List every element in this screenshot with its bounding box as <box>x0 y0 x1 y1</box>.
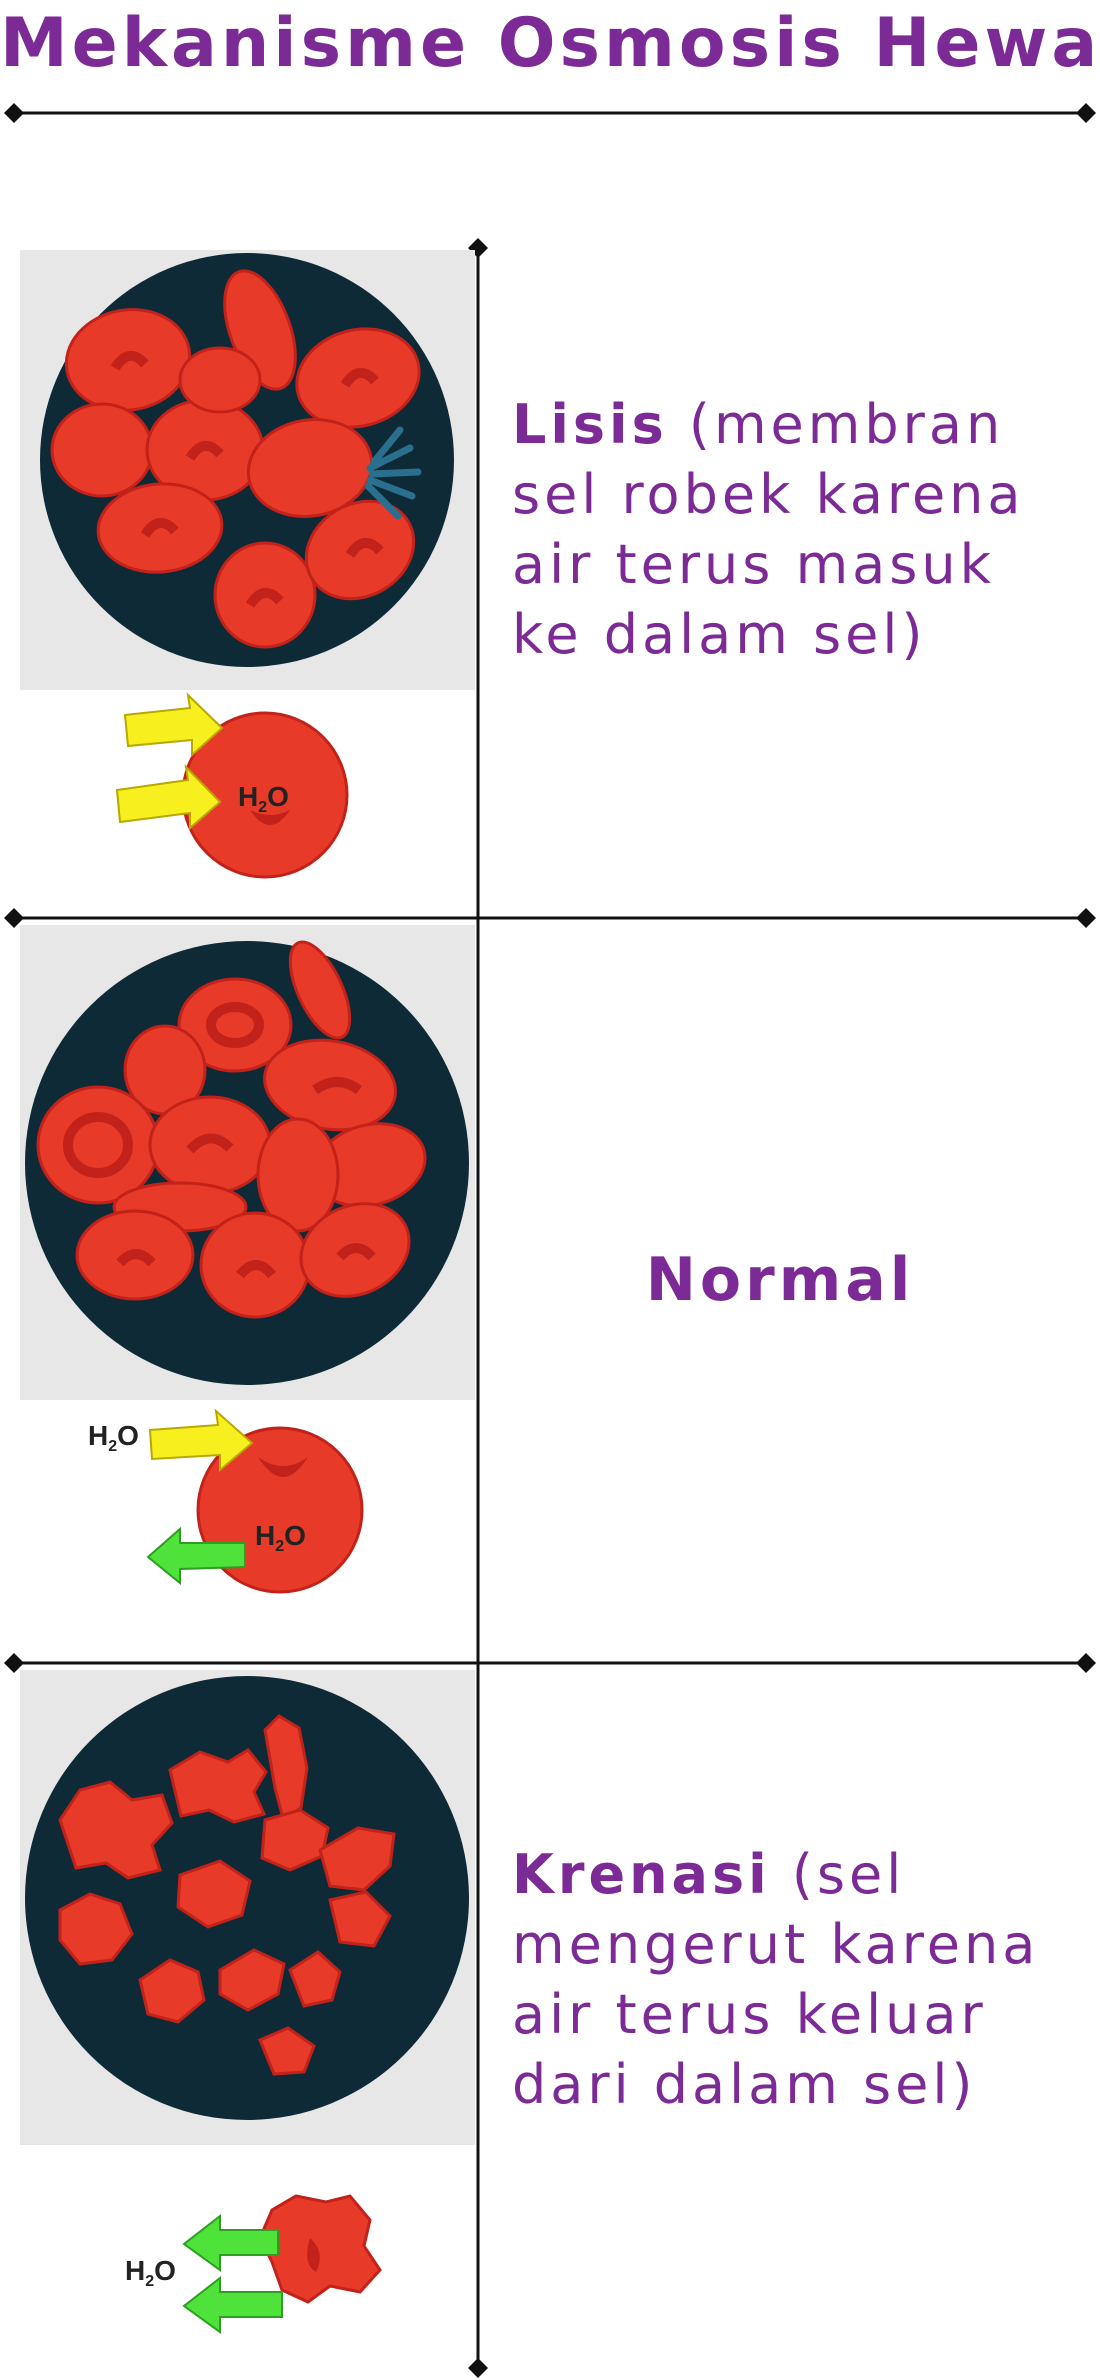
shrunken-blood-cells-icon <box>25 1676 469 2120</box>
svg-text:H2O: H2O <box>88 1420 139 1455</box>
h2o-outside-label: H <box>125 2255 145 2286</box>
cell-with-water-in-and-out: H2O H2O <box>88 1408 364 1594</box>
normal-label: Normal <box>645 1245 915 1315</box>
lysis-description: Lisis (membran sel robek karena air teru… <box>512 390 1072 670</box>
h2o-label: H <box>255 1520 275 1551</box>
shrunken-cell: H2O <box>125 2194 382 2334</box>
crenation-illustration: H2O <box>20 1670 475 2334</box>
diamond-marker <box>1076 908 1096 928</box>
water-out-arrow-icon <box>182 2213 283 2334</box>
swollen-blood-cells-icon <box>40 253 454 667</box>
h2o-outside-label: H <box>88 1420 108 1451</box>
crenation-label: Krenasi <box>512 1843 771 1906</box>
normal-illustration: H2O H2O <box>20 925 475 1594</box>
crenation-description: Krenasi (sel mengerut karena air terus k… <box>512 1840 1092 2120</box>
lysis-label: Lisis <box>512 393 668 456</box>
diamond-marker <box>1076 1653 1096 1673</box>
h2o-label: H <box>238 781 258 812</box>
diamond-marker <box>468 2358 488 2378</box>
diamond-marker <box>4 103 24 123</box>
cell-with-water-in: H2O <box>115 692 349 879</box>
normal-description: Normal <box>480 1245 1080 1315</box>
diamond-marker <box>1076 103 1096 123</box>
svg-text:H2O: H2O <box>125 2255 176 2290</box>
lysis-illustration: H2O <box>20 250 475 879</box>
